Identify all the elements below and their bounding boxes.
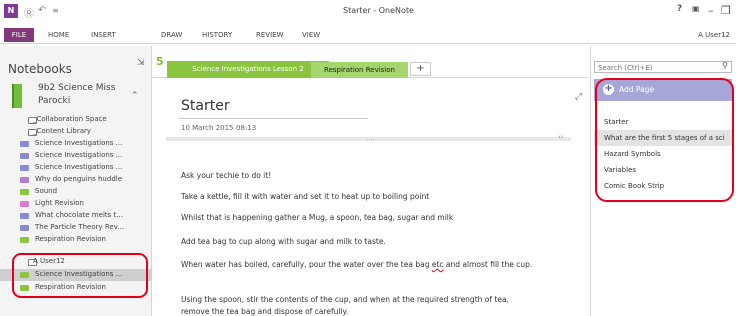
user-account[interactable]: A User12	[698, 31, 730, 39]
section-color-swatch	[20, 225, 29, 231]
notebooks-heading: Notebooks	[8, 62, 72, 76]
section-item[interactable]: Why do penguins huddle	[0, 174, 152, 186]
section-color-swatch	[20, 153, 29, 159]
tab-history[interactable]: HISTORY	[202, 31, 232, 39]
page-time: 08:13	[236, 124, 257, 132]
expand-icon[interactable]: ⤢	[575, 92, 582, 102]
section-group-content-library[interactable]: _Content Library	[16, 126, 152, 138]
paragraph[interactable]: Ask your techie to do it!	[181, 170, 571, 182]
paragraph-text: When water has boiled, carefully, pour t…	[181, 260, 432, 269]
section-item[interactable]: Science Investigations ...	[0, 162, 152, 174]
help-icon[interactable]: ?	[677, 4, 682, 14]
notebook-icon-spine	[12, 84, 14, 108]
page-date: 10 March 2015	[181, 124, 234, 132]
search-box[interactable]: ⚲	[594, 61, 732, 73]
container-resize-icon[interactable]: ‹›	[558, 133, 564, 141]
window-title: Starter - OneNote	[343, 6, 414, 15]
back-icon[interactable]: Ⓡ	[24, 5, 34, 20]
pin-icon[interactable]: ⇲	[137, 58, 145, 68]
tab-insert[interactable]: INSERT	[91, 31, 116, 39]
section-item[interactable]: Respiration Revision	[0, 234, 152, 246]
onenote-logo: N	[4, 4, 18, 18]
paragraph[interactable]: When water has boiled, carefully, pour t…	[181, 259, 571, 271]
section-label: Science Investigations ...	[35, 139, 123, 147]
paragraph[interactable]: Take a kettle, fill it with water and se…	[181, 191, 571, 203]
section-item[interactable]: Science Investigations ...	[0, 150, 152, 162]
section-color-swatch	[20, 141, 29, 147]
highlight-outline-user-sections	[12, 253, 148, 298]
paragraph-line: remove the tea bag and dispose of carefu…	[181, 307, 349, 316]
notebook-name: 9b2 Science Miss	[38, 83, 116, 93]
section-label: The Particle Theory Rev...	[35, 223, 125, 231]
misspelled-word[interactable]: etc	[432, 260, 444, 269]
section-label: Science Investigations ...	[35, 163, 123, 171]
section-label: Respiration Revision	[35, 235, 106, 243]
search-icon[interactable]: ⚲	[722, 61, 728, 70]
section-group-label: _Content Library	[33, 127, 92, 135]
container-grip[interactable]: ....	[366, 134, 375, 142]
section-color-swatch	[20, 213, 29, 219]
section-label: Sound	[35, 187, 58, 195]
paragraph-text: and almost fill the cup.	[443, 260, 533, 269]
add-section-button[interactable]: +	[410, 62, 431, 76]
section-color-swatch	[20, 201, 29, 207]
tab-file[interactable]: FILE	[4, 28, 34, 42]
section-item[interactable]: The Particle Theory Rev...	[0, 222, 152, 234]
tab-review[interactable]: REVIEW	[256, 31, 283, 39]
section-color-swatch	[20, 177, 29, 183]
section-tab-active[interactable]: Science Investigations Lesson 2	[167, 61, 329, 78]
page-title-underline	[178, 118, 368, 119]
section-item[interactable]: What chocolate melts t...	[0, 210, 152, 222]
section-item[interactable]: Science Investigations ...	[0, 138, 152, 150]
section-label: Science Investigations ...	[35, 151, 123, 159]
section-label: What chocolate melts t...	[35, 211, 123, 219]
section-label: Why do penguins huddle	[35, 175, 123, 183]
paragraph[interactable]: Add tea bag to cup along with sugar and …	[181, 236, 571, 248]
paragraph-line: Using the spoon, stir the contents of th…	[181, 295, 509, 304]
tab-view[interactable]: VIEW	[302, 31, 320, 39]
notebook-name-line2: Parocki	[38, 96, 71, 106]
undo-icon[interactable]: ↶	[38, 5, 46, 16]
chevron-up-icon[interactable]: ⌃	[131, 91, 139, 101]
section-item[interactable]: Light Revision	[0, 198, 152, 210]
search-input[interactable]	[598, 63, 708, 72]
section-color-swatch	[20, 189, 29, 195]
section-color-swatch	[20, 237, 29, 243]
paragraph[interactable]: Whilst that is happening gather a Mug, a…	[181, 212, 571, 224]
section-item[interactable]: Sound	[0, 186, 152, 198]
minimize-icon[interactable]: –	[708, 4, 714, 17]
ribbon-display-icon[interactable]: ▣	[692, 4, 700, 13]
customize-qat-icon[interactable]: ≡	[52, 6, 59, 15]
highlight-outline-pages	[595, 78, 734, 202]
section-tab[interactable]: Respiration Revision	[311, 62, 408, 78]
section-group-label: _Collaboration Space	[33, 115, 107, 123]
page-title[interactable]: Starter	[181, 98, 230, 114]
navigate-back-icon[interactable]: 5	[156, 55, 164, 68]
tab-draw[interactable]: DRAW	[161, 31, 182, 39]
tab-home[interactable]: HOME	[48, 31, 69, 39]
section-label: Light Revision	[35, 199, 84, 207]
section-color-swatch	[20, 165, 29, 171]
paragraph[interactable]: Using the spoon, stir the contents of th…	[181, 294, 571, 316]
section-group-collaboration[interactable]: _Collaboration Space	[16, 114, 152, 126]
restore-icon[interactable]: ❐	[721, 4, 731, 17]
